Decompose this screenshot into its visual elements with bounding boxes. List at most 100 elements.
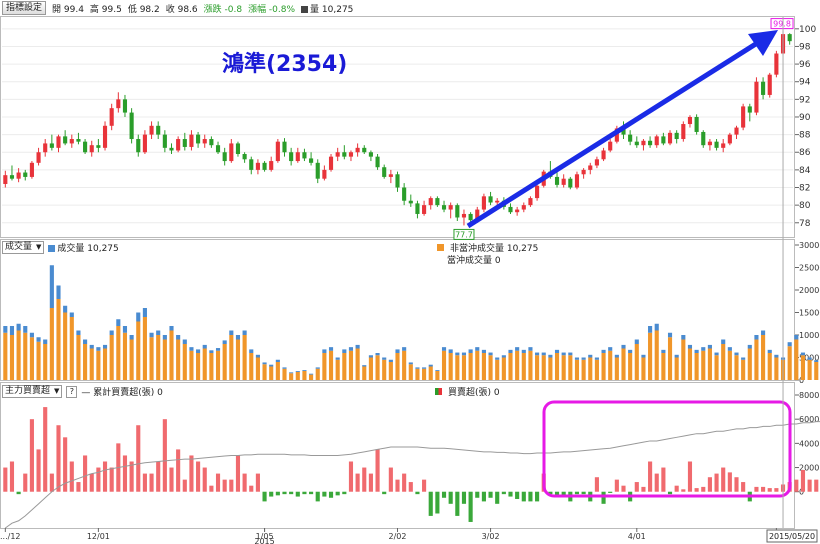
candle-body [701,131,706,146]
candlestick [3,170,8,188]
candlestick [681,121,686,142]
chip-bar [528,491,533,502]
volume-bar-day [495,357,500,360]
highlight-box [542,400,792,498]
chip-bar [661,467,666,492]
volume-bar-day [621,344,626,349]
candlestick [116,92,121,113]
volume-bar [189,347,194,380]
volume-bar-day [435,370,440,371]
candle-body [521,205,526,210]
volume-bar [800,352,806,380]
candle-body [674,132,679,140]
volume-bar-nonday [196,353,201,380]
chip-bar [348,461,354,492]
chip-bar [176,449,181,492]
candlestick [707,139,712,151]
chip-indicator-dropdown[interactable]: 主力買賣超 ▼ [2,385,63,398]
volume-bar-nonday [255,357,260,380]
volume-bar-nonday [800,355,806,380]
indicator-settings-button[interactable]: 指標設定 [2,1,47,15]
volume-bar-day [588,354,593,358]
candle-body [554,176,560,185]
chip-bar [89,473,94,492]
volume-bar-day [375,353,380,356]
chevron-down-icon: ▼ [54,387,60,395]
candlestick [727,132,732,146]
volume-bar [202,344,207,380]
volume-bar-nonday [754,339,759,380]
volume-bar [515,347,520,380]
candle-body [242,154,247,160]
volume-bar-nonday [122,332,128,380]
candle-body [528,198,533,206]
price-tick-label: 82 [799,184,810,194]
volume-bar-nonday [229,335,234,380]
volume-bar-day [561,352,566,356]
volume-bar-nonday [774,357,779,380]
candlestick [142,130,147,155]
volume-bar-day [461,352,467,356]
volume-bar [468,349,473,380]
candlestick [129,108,134,144]
volume-bar-nonday [116,326,121,380]
volume-tick-label: 15000 [799,309,820,318]
help-icon[interactable]: ? [66,385,78,398]
volume-bar [521,349,526,380]
chip-bar [162,419,167,492]
volume-bar-day [667,332,673,338]
candle-body [249,159,254,170]
volume-bar [628,349,633,380]
candlestick [388,169,393,184]
chevron-down-icon: ▼ [36,243,42,251]
chip-bar [594,477,599,492]
candlestick [634,136,639,148]
chip-bar [49,473,54,492]
candle-body [767,74,772,95]
volume-bar [275,359,280,380]
volume-bar-nonday [515,350,520,380]
volume-bar-day [242,330,247,335]
volume-bar-day [741,357,746,360]
chip-bar [249,485,254,492]
volume-bar-nonday [362,366,367,380]
chip-bar [428,491,433,516]
volume-bar-day [734,352,739,356]
volume-bar-day [102,344,108,349]
volume-bar-day [641,354,646,358]
candlestick [747,103,752,122]
volume-bar [754,335,759,380]
candle-body [3,175,8,184]
candlestick [222,147,227,166]
candlestick [402,183,407,206]
price-tick-label: 80 [799,201,811,211]
volume-bar-day [328,347,334,351]
candle-body [435,198,440,206]
candle-body [362,147,367,153]
volume-bar-nonday [501,357,506,380]
volume-bar-day [800,352,806,356]
volume-bar-day [322,349,327,353]
chip-bar [461,491,467,504]
volume-bar [561,352,566,380]
volume-bar-day [681,335,686,340]
volume-indicator-dropdown[interactable]: 成交量 ▼ [2,241,45,254]
candlestick [674,130,679,144]
volume-bar [122,326,128,380]
volume-bar-day [528,347,533,351]
candle-body [747,106,752,113]
volume-bar-day [235,335,241,340]
chip-bar [315,491,320,502]
volume-bar [667,332,673,380]
candle-body [408,200,413,204]
volume-bar-nonday [395,353,400,380]
x-tick-label: .../12 [0,532,21,541]
volume-bar-nonday [388,362,393,380]
candlestick [601,147,606,162]
candle-body [36,152,41,163]
volume-bar [707,344,712,380]
volume-bar-nonday [342,353,347,380]
chip-bar [667,491,673,495]
chip-bar [408,482,413,492]
volume-bar-nonday [368,357,373,380]
